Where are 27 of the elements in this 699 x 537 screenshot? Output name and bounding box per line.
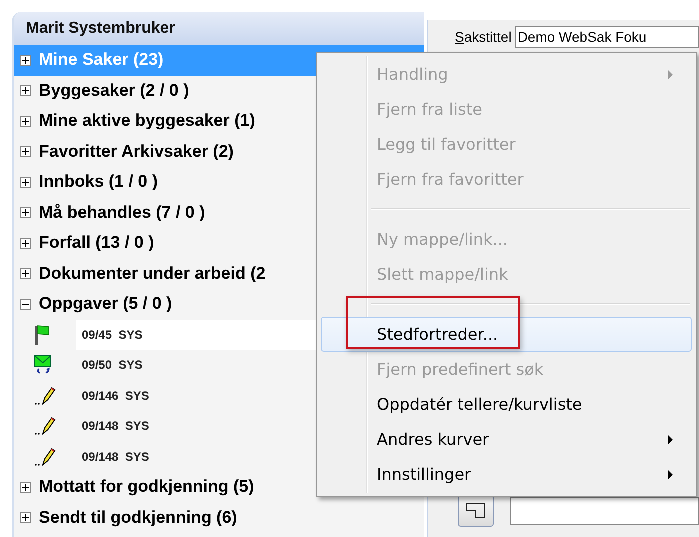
input-field[interactable] bbox=[510, 497, 699, 525]
menu-item[interactable]: Innstillinger bbox=[321, 457, 692, 492]
expand-icon[interactable] bbox=[20, 207, 31, 218]
expand-icon[interactable] bbox=[20, 176, 31, 188]
window-button[interactable] bbox=[458, 495, 494, 527]
expand-icon[interactable] bbox=[20, 54, 31, 66]
menu-item[interactable]: Andres kurver bbox=[321, 422, 692, 458]
expand-icon[interactable] bbox=[20, 512, 31, 524]
envelope-icon bbox=[34, 355, 54, 376]
panel-title: Marit Systembruker bbox=[14, 12, 424, 45]
expand-icon[interactable] bbox=[20, 238, 31, 249]
input-field[interactable]: Demo WebSak Foku bbox=[514, 26, 699, 48]
expand-icon[interactable] bbox=[20, 85, 31, 96]
expand-icon[interactable] bbox=[20, 146, 31, 158]
expand-icon[interactable] bbox=[20, 268, 31, 280]
pencil-icon bbox=[34, 386, 56, 406]
pencil-icon bbox=[34, 416, 56, 436]
expand-icon[interactable] bbox=[20, 482, 31, 493]
collapse-icon[interactable] bbox=[20, 298, 31, 310]
menu-item[interactable]: Stedfortreder... bbox=[321, 316, 692, 352]
window-icon bbox=[466, 503, 486, 519]
field-label: Sakstittel bbox=[455, 29, 512, 45]
flag-icon bbox=[34, 324, 50, 345]
pencil-icon bbox=[34, 446, 56, 467]
menu-item[interactable]: Oppdatér tellere/kurvliste bbox=[321, 387, 692, 422]
expand-icon[interactable] bbox=[20, 116, 31, 127]
tree-item[interactable]: Sendt til godkjenning (6) bbox=[14, 502, 424, 533]
